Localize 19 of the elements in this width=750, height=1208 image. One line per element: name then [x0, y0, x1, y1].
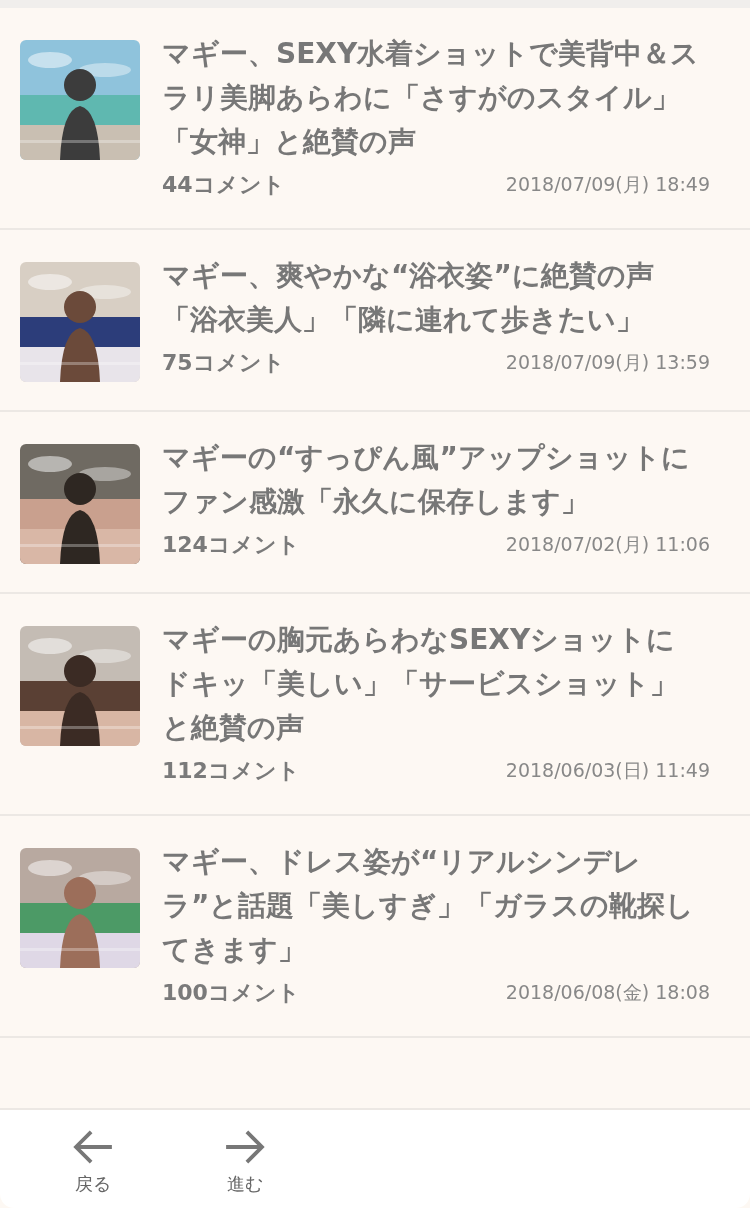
left-arrow-icon — [72, 1130, 114, 1164]
timestamp: 2018/06/03(日) 11:49 — [505, 758, 710, 783]
article-title[interactable]: マギー、SEXY水着ショットで美背中＆スラリ美脚あらわに「さすがのスタイル」「女神」と絶賛の声 — [162, 32, 700, 164]
article-title[interactable]: マギーの胸元あらわなSEXYショットにドキッ「美しい」「サービスショット」と絶賛の声 — [162, 618, 700, 750]
article-title[interactable]: マギー、爽やかな“浴衣姿”に絶賛の声「浴衣美人」「隣に連れて歩きたい」 — [162, 254, 700, 342]
comment-count: 112コメント — [162, 757, 300, 785]
timestamp: 2018/07/02(月) 11:06 — [505, 532, 710, 557]
back-button[interactable]: 戻る — [72, 1110, 114, 1208]
right-arrow-icon — [224, 1130, 266, 1164]
timestamp: 2018/06/08(金) 18:08 — [505, 980, 710, 1005]
comment-count: 124コメント — [162, 531, 300, 559]
timestamp: 2018/07/09(月) 18:49 — [505, 172, 710, 197]
comment-count: 75コメント — [162, 349, 285, 377]
forward-button[interactable]: 進む — [224, 1110, 266, 1208]
timestamp: 2018/07/09(月) 13:59 — [505, 350, 710, 375]
comment-count: 44コメント — [162, 171, 285, 199]
article-title[interactable]: マギー、ドレス姿が“リアルシンデレラ”と話題「美しすぎ」「ガラスの靴探してきます」 — [162, 840, 700, 972]
comment-count: 100コメント — [162, 979, 300, 1007]
article-title[interactable]: マギーの“すっぴん風”アップショットにファン感激「永久に保存します」 — [162, 436, 700, 524]
